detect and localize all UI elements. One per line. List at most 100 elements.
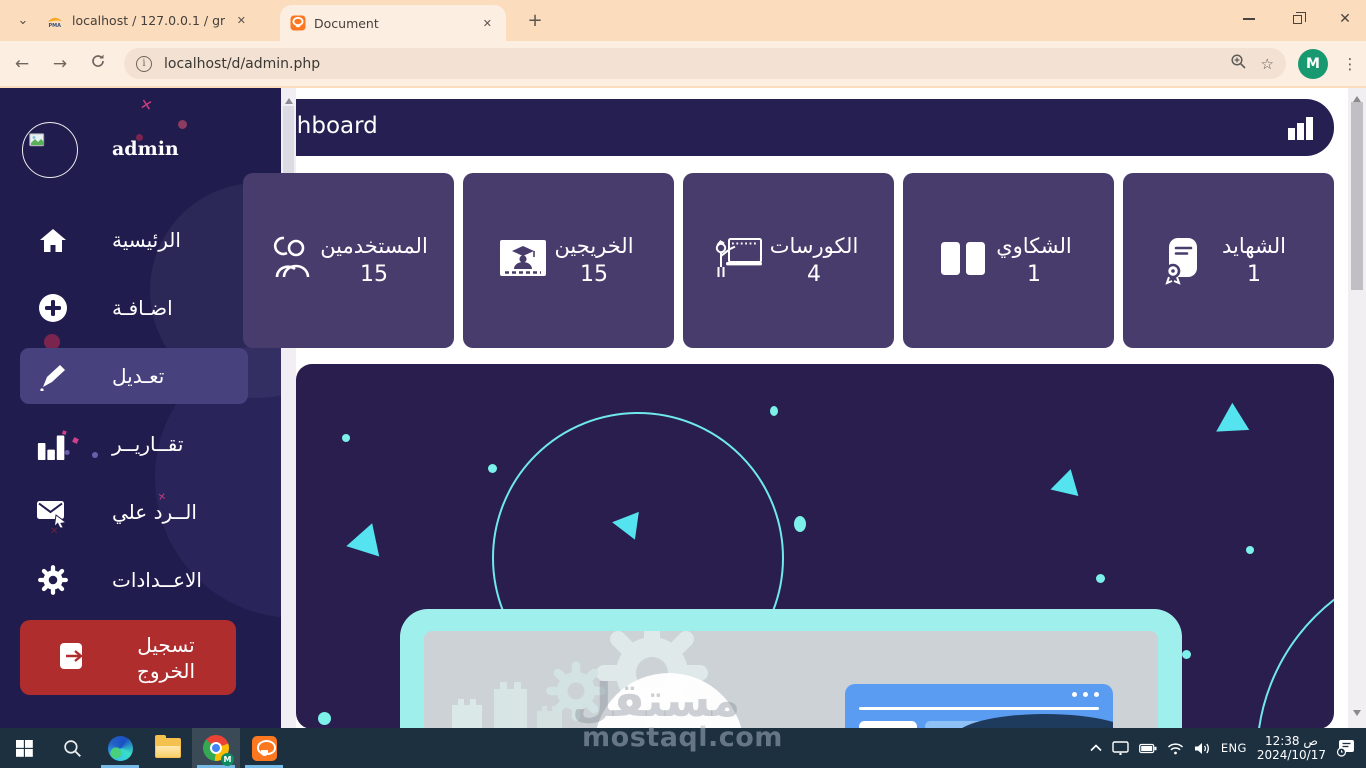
language-indicator[interactable]: ENG bbox=[1221, 741, 1247, 755]
decor-x: ✕ bbox=[138, 94, 155, 116]
browser-scrollbar[interactable] bbox=[1348, 88, 1366, 728]
taskbar-clock[interactable]: 12:38 ص 2024/10/17 bbox=[1257, 734, 1326, 762]
svg-text:PMA: PMA bbox=[49, 23, 62, 28]
cast-display-icon[interactable] bbox=[1112, 741, 1129, 755]
action-center-icon[interactable] bbox=[1336, 739, 1356, 757]
bookmark-star-icon[interactable]: ☆ bbox=[1261, 55, 1274, 73]
decor-triangle bbox=[342, 523, 380, 563]
taskbar-xampp[interactable] bbox=[240, 728, 288, 768]
time: 12:38 ص bbox=[1264, 734, 1318, 748]
tab-search-chevron-icon[interactable]: ⌄ bbox=[12, 11, 34, 31]
browser-toolbar: ← → i localhost/d/admin.php ☆ M ⋮ bbox=[0, 41, 1366, 86]
battery-icon[interactable] bbox=[1138, 743, 1157, 754]
sidebar-item-home[interactable]: الرئيسية bbox=[0, 212, 281, 268]
magnifier-plus-icon bbox=[1230, 54, 1246, 69]
window-restore-button[interactable] bbox=[1282, 5, 1312, 33]
taskbar-apps: M bbox=[0, 728, 288, 768]
card-label: الخريجين bbox=[554, 234, 634, 258]
decor-pill bbox=[859, 721, 917, 728]
plus-circle-icon bbox=[36, 293, 70, 323]
back-button[interactable]: ← bbox=[6, 48, 38, 80]
stat-cards-row: المستخدمين 15 الخريجين 15 الكورسات 4 الش… bbox=[243, 173, 1334, 348]
card-text: الشكاوي 1 bbox=[974, 234, 1094, 287]
phpmyadmin-icon: PMA bbox=[48, 17, 62, 28]
decor-triangle bbox=[610, 508, 639, 540]
decor-dot bbox=[318, 712, 331, 725]
sidebar-profile: admin bbox=[0, 118, 281, 182]
tab-title: Document bbox=[314, 15, 379, 31]
tab-strip: ⌄ PMA localhost / 127.0.0.1 / graduate… … bbox=[0, 0, 1366, 41]
web-page: ✕ ✕ ✕ admin الرئيسية اضـافـة تعـديل تقــ… bbox=[0, 88, 1366, 728]
card-value: 15 bbox=[360, 262, 388, 287]
taskbar-edge[interactable] bbox=[96, 728, 144, 768]
decor-dot bbox=[1246, 546, 1254, 554]
tab-document-active[interactable]: Document ✕ bbox=[280, 5, 506, 41]
taskbar-chrome[interactable]: M bbox=[192, 728, 240, 768]
new-tab-button[interactable]: + bbox=[522, 8, 548, 34]
reload-button[interactable] bbox=[82, 48, 114, 80]
scroll-down-arrow[interactable] bbox=[1353, 710, 1361, 720]
sidebar-item-label: الرئيسية bbox=[112, 228, 181, 252]
taskbar-file-explorer[interactable] bbox=[144, 728, 192, 768]
edge-icon bbox=[107, 735, 133, 761]
sidebar-item-reply[interactable]: الــرد علي bbox=[0, 484, 281, 540]
home-icon bbox=[36, 227, 70, 254]
date: 2024/10/17 bbox=[1256, 748, 1326, 762]
browser-menu-icon[interactable]: ⋮ bbox=[1338, 55, 1362, 73]
sidebar-item-add[interactable]: اضـافـة bbox=[0, 280, 281, 336]
card-text: الشهايد 1 bbox=[1194, 234, 1314, 287]
tab-close-icon[interactable]: ✕ bbox=[233, 12, 250, 29]
bar-chart-icon bbox=[36, 426, 70, 462]
xampp-icon bbox=[251, 735, 277, 761]
decor-ring bbox=[1256, 557, 1334, 728]
taskbar-search-button[interactable] bbox=[48, 728, 96, 768]
system-tray: ENG 12:38 ص 2024/10/17 bbox=[1090, 728, 1356, 768]
users-icon bbox=[265, 233, 317, 289]
card-courses[interactable]: الكورسات 4 bbox=[683, 173, 894, 348]
forward-button[interactable]: → bbox=[44, 48, 76, 80]
profile-badge: M bbox=[221, 753, 234, 766]
browser-profile-avatar[interactable]: M bbox=[1298, 48, 1328, 79]
avatar bbox=[22, 122, 78, 178]
card-label: الكورسات bbox=[769, 234, 859, 258]
start-button[interactable] bbox=[0, 728, 48, 768]
tab-close-icon[interactable]: ✕ bbox=[479, 15, 496, 32]
card-complaints[interactable]: الشكاوي 1 bbox=[903, 173, 1114, 348]
card-graduates[interactable]: الخريجين 15 bbox=[463, 173, 674, 348]
url-text[interactable]: localhost/d/admin.php bbox=[164, 56, 1216, 72]
decor-triangle bbox=[1046, 469, 1079, 503]
wifi-icon[interactable] bbox=[1167, 742, 1184, 755]
card-users[interactable]: المستخدمين 15 bbox=[243, 173, 454, 348]
laptop-illustration: مستقل bbox=[400, 609, 1182, 728]
logout-button[interactable]: تسجيل الخروج bbox=[20, 620, 236, 695]
xampp-icon bbox=[290, 15, 306, 31]
illustration-panel: مستقل bbox=[296, 364, 1334, 728]
page-title: Dashboard bbox=[296, 113, 378, 139]
site-info-icon[interactable]: i bbox=[136, 55, 152, 72]
address-bar[interactable]: i localhost/d/admin.php ☆ bbox=[124, 48, 1286, 79]
scroll-up-arrow[interactable] bbox=[1353, 92, 1361, 102]
search-icon bbox=[63, 739, 81, 757]
volume-icon[interactable] bbox=[1194, 742, 1211, 755]
window-minimize-button[interactable] bbox=[1234, 5, 1264, 33]
card-label: الشكاوي bbox=[996, 234, 1072, 258]
card-certificates[interactable]: الشهايد 1 bbox=[1123, 173, 1334, 348]
logout-label: تسجيل الخروج bbox=[136, 632, 196, 683]
decor-dot bbox=[1096, 574, 1105, 583]
sidebar-item-reports[interactable]: تقــاريــر bbox=[0, 416, 281, 472]
window-close-button[interactable]: ✕ bbox=[1330, 5, 1360, 33]
sidebar-item-settings[interactable]: الاعــدادات bbox=[0, 552, 281, 608]
zoom-icon[interactable] bbox=[1230, 53, 1247, 74]
main-content: Dashboard المستخدمين bbox=[243, 88, 1348, 728]
hidden-icons-chevron[interactable] bbox=[1090, 744, 1102, 752]
scrollbar-thumb[interactable] bbox=[1351, 102, 1363, 290]
username: admin bbox=[112, 138, 179, 160]
tab-phpmyadmin[interactable]: PMA localhost / 127.0.0.1 / graduate… ✕ bbox=[36, 0, 260, 41]
browser-chrome: ⌄ PMA localhost / 127.0.0.1 / graduate… … bbox=[0, 0, 1366, 88]
sidebar-item-label: اضـافـة bbox=[112, 296, 173, 320]
sidebar-item-label: الــرد علي bbox=[112, 500, 197, 524]
decor-line bbox=[859, 707, 1099, 710]
card-value: 1 bbox=[1247, 262, 1261, 287]
sidebar-item-edit[interactable]: تعـديل bbox=[20, 348, 248, 404]
scroll-up-arrow[interactable] bbox=[285, 94, 293, 104]
